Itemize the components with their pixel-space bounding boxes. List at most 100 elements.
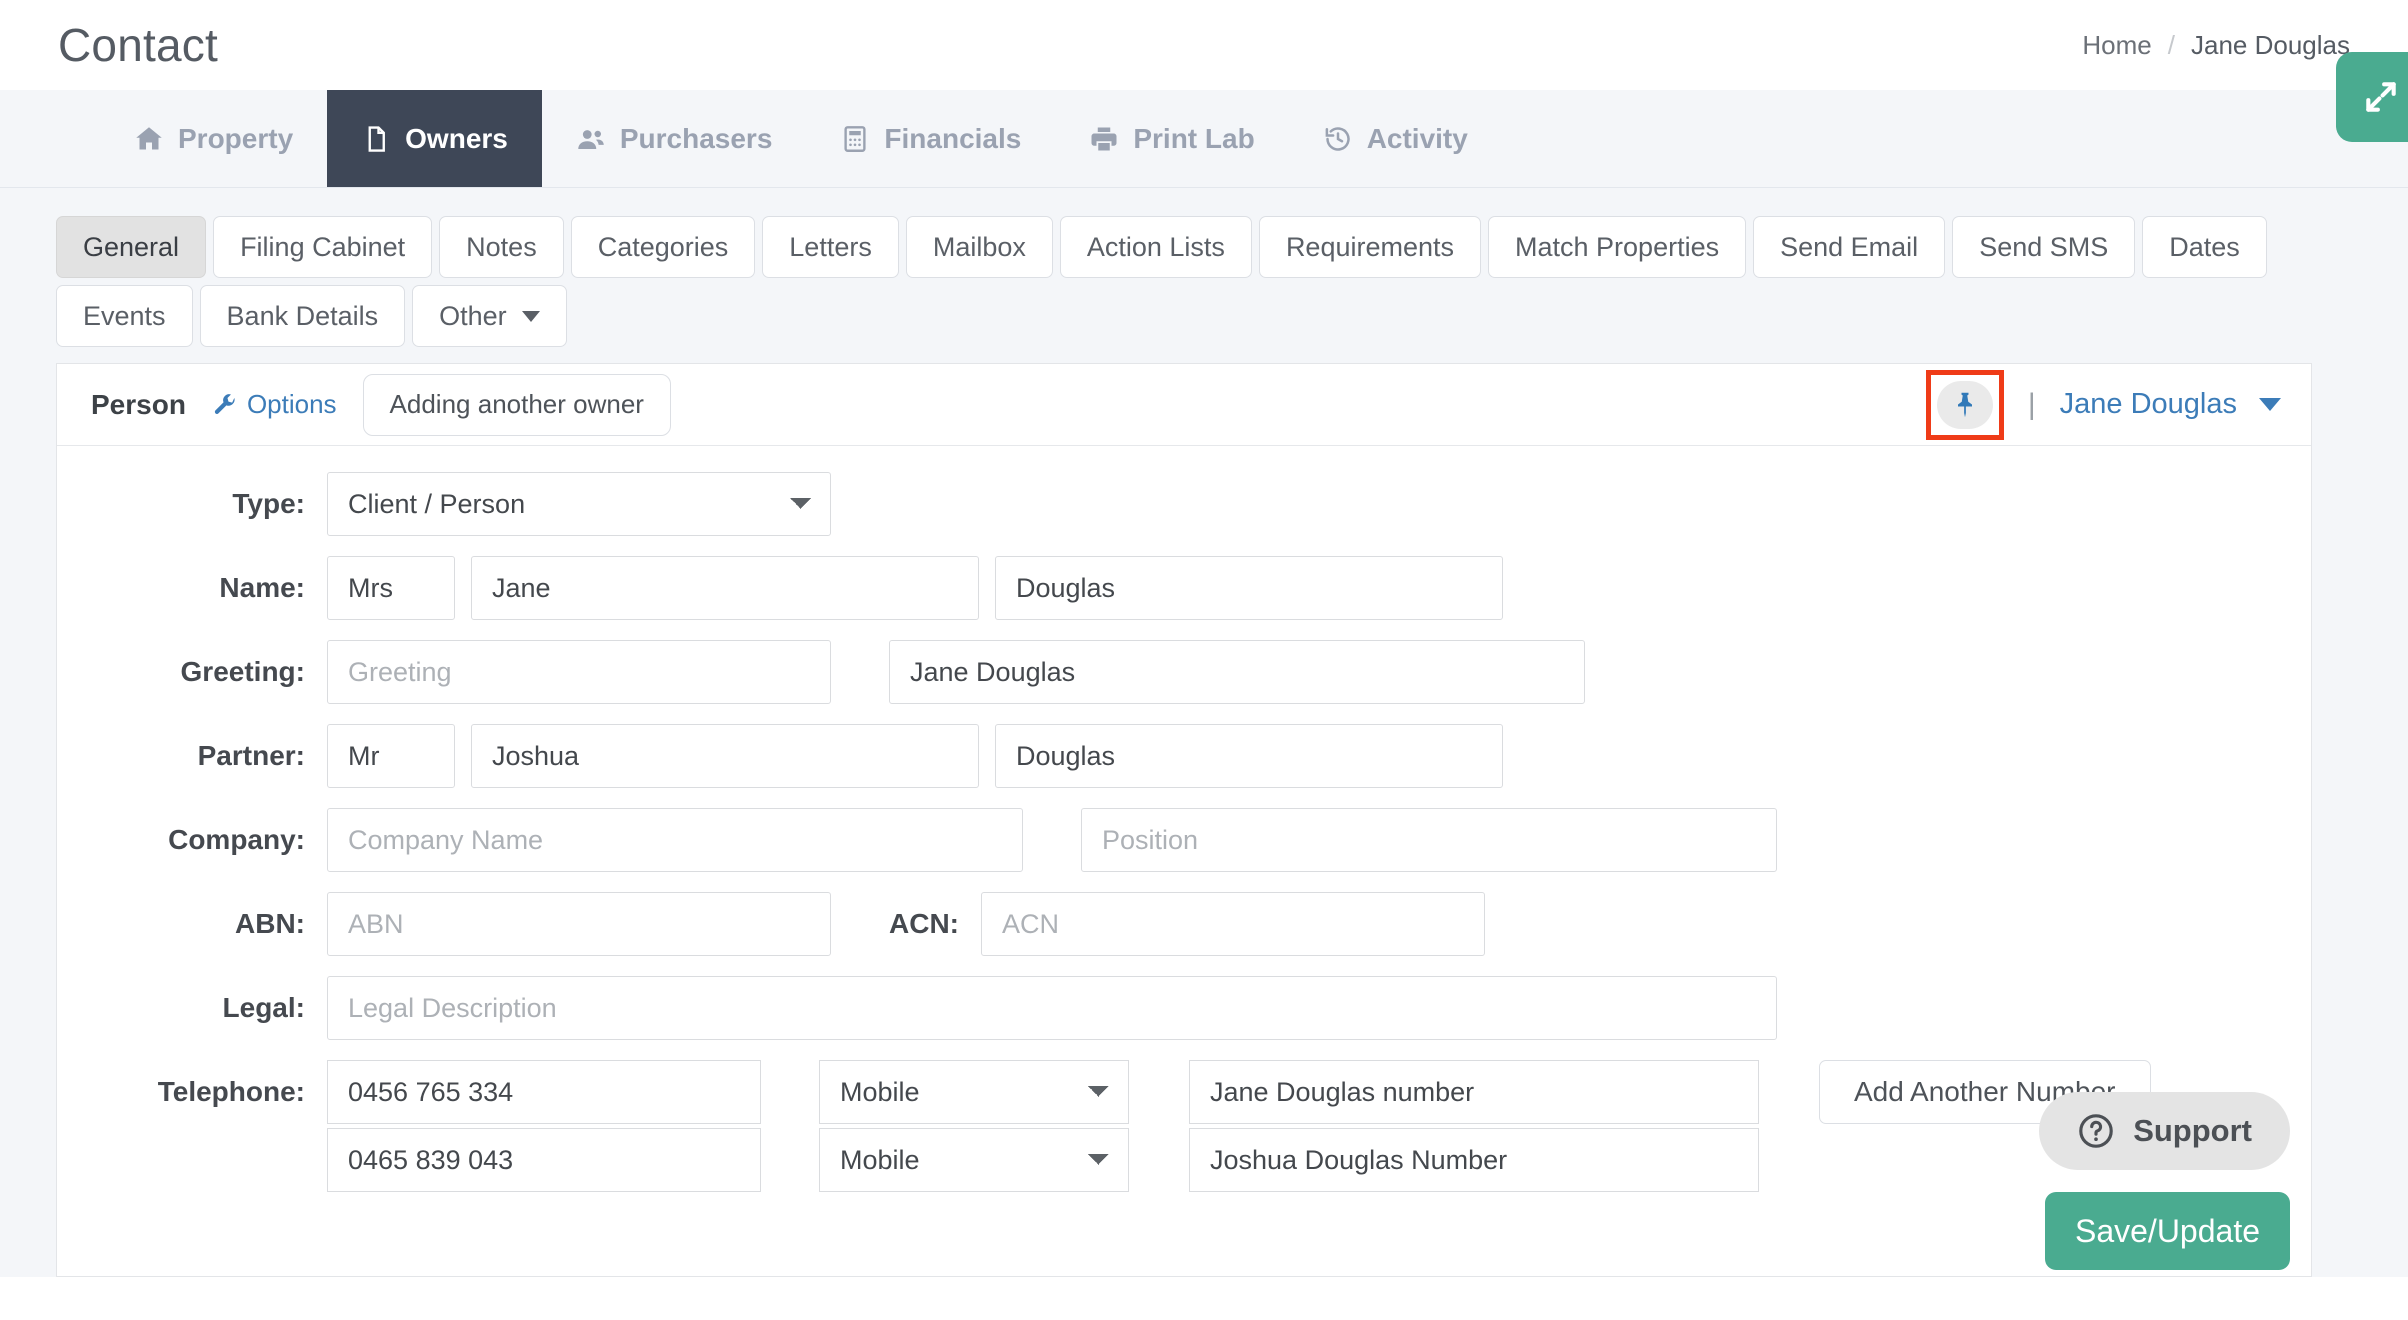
telephone-number-input[interactable] [327,1060,761,1124]
support-button[interactable]: Support [2039,1092,2290,1170]
panel-title: Person [91,388,186,420]
pin-button[interactable] [1936,380,1993,429]
header-divider: | [2027,387,2036,421]
sub-tab-send-email[interactable]: Send Email [1753,216,1946,278]
breadcrumb: Home / Jane Douglas [2082,30,2350,61]
form-row-abn-acn: ABN: ACN: [57,892,2311,956]
wrench-icon [214,393,235,414]
abn-label: ABN: [235,908,305,939]
form-row-type: Type: Client / Person [57,472,2311,536]
telephone-type-select[interactable]: Mobile [819,1128,1129,1192]
sub-tab-mailbox[interactable]: Mailbox [905,216,1053,278]
nav-item-print-lab[interactable]: Print Lab [1055,90,1288,187]
sub-tabs-zone: General Filing Cabinet Notes Categories … [0,188,2408,347]
name-first-input[interactable] [471,556,979,620]
sub-tabs-row-2: Events Bank Details Other [56,285,2356,347]
partner-title-input[interactable] [327,724,455,788]
form-row-name: Name: [57,556,2311,620]
options-link[interactable]: Options [212,389,337,420]
greeting-full-input[interactable] [889,640,1585,704]
partner-first-input[interactable] [471,724,979,788]
sub-tab-dates[interactable]: Dates [2142,216,2267,278]
panel-header-left: Person Options Adding another owner [91,373,671,436]
sub-tab-action-lists[interactable]: Action Lists [1059,216,1252,278]
nav-item-activity[interactable]: Activity [1289,90,1502,187]
breadcrumb-separator: / [2167,29,2175,60]
breadcrumb-current: Jane Douglas [2191,29,2350,60]
type-label: Type: [232,488,305,519]
support-button-label: Support [2133,1113,2252,1148]
save-update-button[interactable]: Save/Update [2044,1192,2290,1270]
sub-tab-other[interactable]: Other [412,285,567,347]
calculator-icon [844,125,866,152]
content-panel: Person Options Adding another owner | Ja… [56,363,2312,1277]
telephone-description-input[interactable] [1189,1128,1759,1192]
person-selector-dropdown[interactable]: Jane Douglas [2060,388,2281,421]
nav-item-label: Activity [1366,122,1468,154]
company-position-input[interactable] [1081,808,1777,872]
name-label: Name: [219,572,305,603]
adding-another-owner-button[interactable]: Adding another owner [362,373,671,436]
breadcrumb-home-link[interactable]: Home [2082,30,2151,61]
telephone-row: Mobile [327,1060,1759,1124]
sub-tab-categories[interactable]: Categories [570,216,756,278]
sub-tab-events[interactable]: Events [56,285,193,347]
pin-highlight-box [1925,369,2004,440]
expand-fullscreen-button[interactable] [2336,52,2408,142]
name-last-input[interactable] [995,556,1503,620]
name-title-input[interactable] [327,556,455,620]
sub-tab-general[interactable]: General [56,216,207,278]
sub-tab-requirements[interactable]: Requirements [1258,216,1482,278]
legal-input[interactable] [327,976,1777,1040]
thumbtack-icon [1957,392,1972,417]
main-navigation: Property Owners Purchasers Financials Pr… [0,90,2408,188]
sub-tab-match-properties[interactable]: Match Properties [1488,216,1747,278]
nav-item-financials[interactable]: Financials [806,90,1055,187]
telephone-number-input[interactable] [327,1128,761,1192]
nav-item-label: Print Lab [1133,122,1255,154]
telephone-description-input[interactable] [1189,1060,1759,1124]
panel-header-right: | Jane Douglas [1925,369,2289,440]
greeting-label: Greeting: [180,656,305,687]
type-select[interactable]: Client / Person [327,472,831,536]
home-icon [136,126,162,149]
telephone-rows: Mobile Mobile [327,1060,1759,1196]
telephone-row: Mobile [327,1128,1759,1192]
sub-tabs-row-1: General Filing Cabinet Notes Categories … [56,216,2356,278]
telephone-label: Telephone: [157,1076,305,1107]
acn-input[interactable] [981,892,1485,956]
options-link-label: Options [246,389,337,419]
users-icon [578,129,604,149]
form-row-partner: Partner: [57,724,2311,788]
company-name-input[interactable] [327,808,1023,872]
sub-tab-send-sms[interactable]: Send SMS [1952,216,2136,278]
panel-header: Person Options Adding another owner | Ja… [57,364,2311,446]
nav-item-property[interactable]: Property [100,90,327,187]
sub-tab-bank-details[interactable]: Bank Details [199,285,406,347]
chevron-down-icon [2259,398,2281,411]
document-icon [368,125,386,152]
company-label: Company: [168,824,305,855]
form-row-legal: Legal: [57,976,2311,1040]
page-title: Contact [58,19,218,71]
history-icon [1325,126,1350,151]
contact-form: Type: Client / Person Name: Greeting: [57,446,2311,1196]
telephone-type-select[interactable]: Mobile [819,1060,1129,1124]
form-row-greeting: Greeting: [57,640,2311,704]
sub-tab-other-label: Other [439,300,507,331]
abn-input[interactable] [327,892,831,956]
acn-label: ACN: [889,908,959,939]
nav-item-purchasers[interactable]: Purchasers [542,90,807,187]
partner-last-input[interactable] [995,724,1503,788]
form-row-telephone: Telephone: Mobile [57,1060,2311,1196]
partner-label: Partner: [197,740,305,771]
nav-item-owners[interactable]: Owners [327,90,542,187]
sub-tab-letters[interactable]: Letters [762,216,899,278]
greeting-input[interactable] [327,640,831,704]
page-header: Contact Home / Jane Douglas [0,0,2408,142]
sub-tab-filing-cabinet[interactable]: Filing Cabinet [213,216,433,278]
chevron-down-icon [521,310,540,322]
legal-label: Legal: [222,992,305,1023]
sub-tab-notes[interactable]: Notes [439,216,564,278]
question-circle-icon [2079,1114,2113,1148]
